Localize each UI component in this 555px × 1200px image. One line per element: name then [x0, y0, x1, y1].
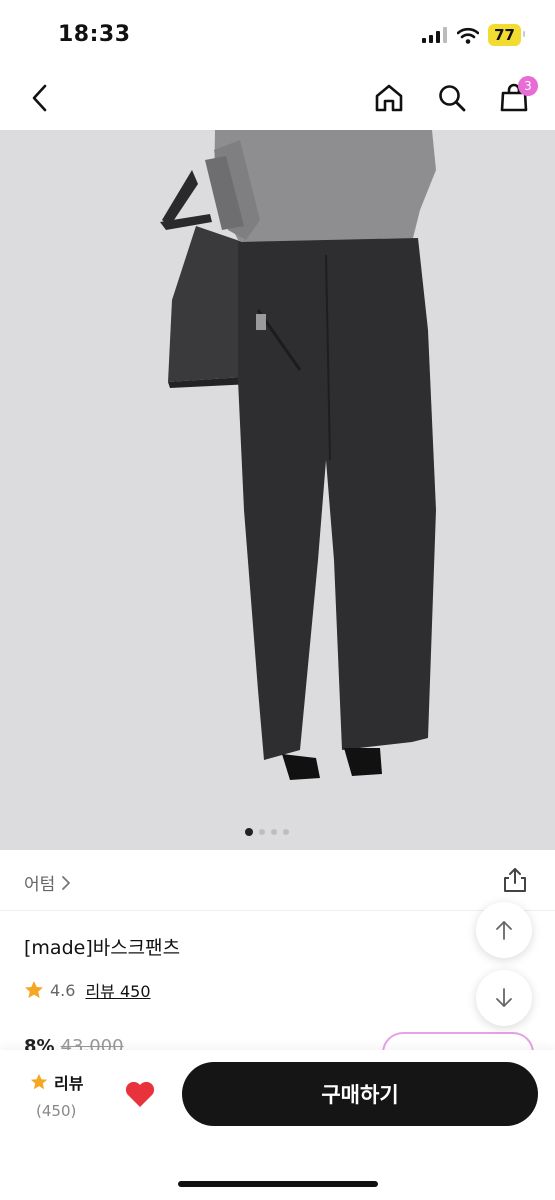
bottom-action-bar: 리뷰 (450) 구매하기	[0, 1050, 555, 1200]
scroll-top-button[interactable]	[476, 902, 532, 958]
status-time: 18:33	[58, 22, 131, 47]
back-button[interactable]	[22, 80, 58, 116]
buy-button[interactable]: 구매하기	[182, 1062, 538, 1126]
review-label: 리뷰	[54, 1074, 84, 1093]
wifi-icon	[457, 27, 480, 44]
cart-badge: 3	[518, 76, 538, 96]
home-indicator	[178, 1181, 378, 1187]
rating-row: 4.6 리뷰 450	[24, 978, 151, 1002]
brand-row: 어텀	[0, 850, 555, 911]
search-icon	[439, 85, 466, 112]
home-icon	[375, 84, 403, 112]
review-summary[interactable]: 리뷰 (450)	[30, 1070, 83, 1120]
pager-dot	[259, 829, 265, 835]
status-bar: 18:33 77	[0, 0, 555, 66]
top-nav: 3	[0, 66, 555, 130]
battery-indicator: 77	[488, 24, 525, 46]
review-count: (450)	[36, 1102, 77, 1120]
product-photo	[0, 130, 555, 850]
review-label-row: 리뷰	[30, 1070, 83, 1094]
heart-icon[interactable]	[124, 1080, 156, 1108]
product-title: [made]바스크팬츠	[24, 937, 181, 959]
star-icon	[25, 981, 43, 998]
signal-icon	[422, 27, 448, 43]
rating-score: 4.6	[50, 980, 76, 1000]
share-icon[interactable]	[501, 866, 529, 894]
star-icon	[30, 1073, 48, 1090]
arrow-down-icon	[496, 988, 512, 1007]
product-image[interactable]	[0, 130, 555, 850]
status-icons: 77	[422, 24, 525, 46]
image-pager[interactable]	[245, 828, 289, 836]
home-button[interactable]	[371, 80, 407, 116]
search-button[interactable]	[434, 80, 470, 116]
pager-dot	[271, 829, 277, 835]
arrow-up-icon	[496, 921, 512, 940]
chevron-right-icon	[62, 875, 71, 890]
brand-name: 어텀	[24, 875, 56, 895]
cart-button[interactable]: 3	[496, 76, 538, 116]
pager-dot	[283, 829, 289, 835]
chevron-left-icon	[32, 84, 47, 112]
brand-link[interactable]: 어텀	[24, 870, 71, 895]
pager-dot-active	[245, 828, 253, 836]
scroll-bottom-button[interactable]	[476, 970, 532, 1026]
review-link[interactable]: 리뷰 450	[85, 978, 150, 1002]
